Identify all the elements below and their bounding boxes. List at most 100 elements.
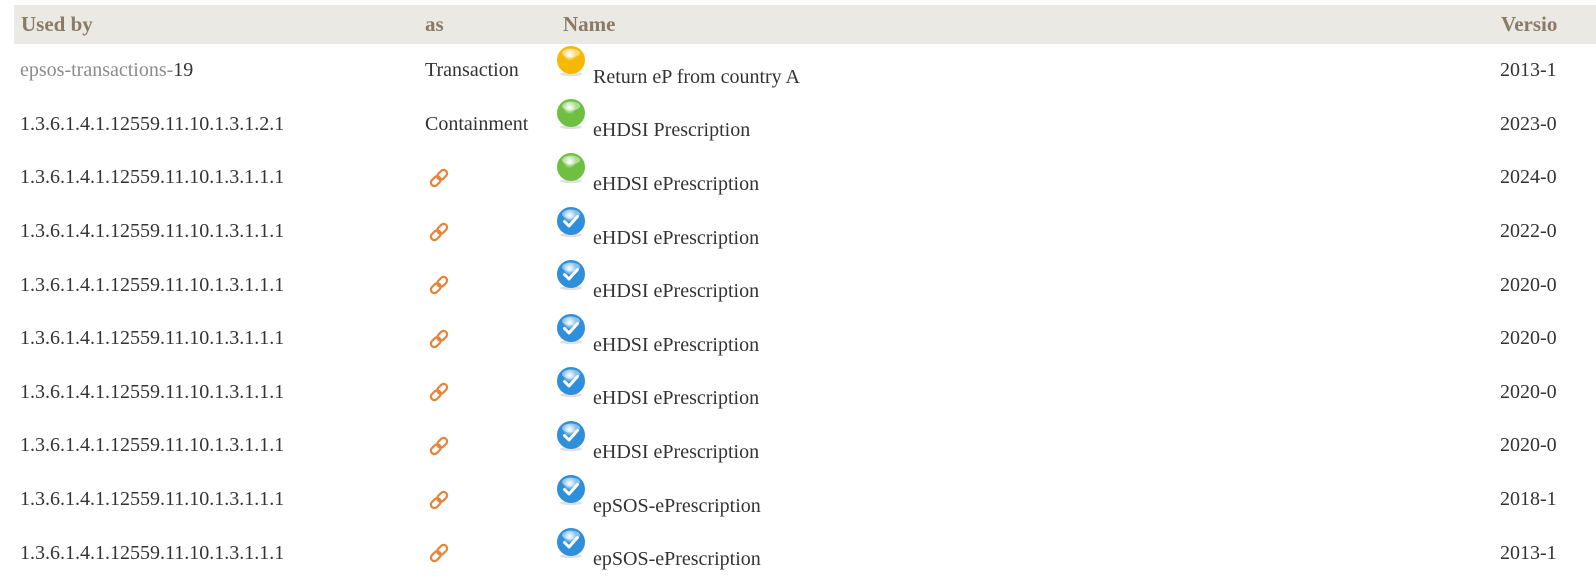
name-label[interactable]: eHDSI ePrescription <box>593 334 759 357</box>
header-row: Used by as Name Versio <box>14 5 1596 44</box>
version-cell: 2020-0 <box>1494 419 1596 473</box>
table-body: epsos-transactions-19 Transaction Return e… <box>14 44 1596 580</box>
table-row[interactable]: 1.3.6.1.4.1.12559.11.10.1.3.1.1.1 epSOS-e… <box>14 526 1596 580</box>
name-wrap[interactable]: eHDSI ePrescription <box>555 367 1494 410</box>
used-by-id[interactable]: 1.3.6.1.4.1.12559.11.10.1.3.1.1.1 <box>20 542 284 564</box>
name-cell: epSOS-ePrescription <box>556 473 1494 527</box>
name-cell: epSOS-ePrescription <box>556 526 1494 580</box>
version-cell: 2018-1 <box>1494 473 1596 527</box>
version-label: 2020-0 <box>1500 273 1557 296</box>
table-row[interactable]: 1.3.6.1.4.1.12559.11.10.1.3.1.1.1 epSOS-e… <box>14 473 1596 527</box>
name-label[interactable]: epSOS-ePrescription <box>593 495 761 518</box>
as-cell <box>418 419 556 473</box>
header-version[interactable]: Versio <box>1494 5 1596 44</box>
used-by-cell: 1.3.6.1.4.1.12559.11.10.1.3.1.2.1 <box>14 98 418 152</box>
name-wrap[interactable]: eHDSI ePrescription <box>555 152 1494 196</box>
used-by-table-wrapper: Used by as Name Versio epsos-transaction… <box>14 5 1596 583</box>
name-label[interactable]: eHDSI ePrescription <box>593 227 759 250</box>
table-row[interactable]: 1.3.6.1.4.1.12559.11.10.1.3.1.2.1 Contain… <box>14 98 1596 152</box>
name-cell: eHDSI ePrescription <box>556 419 1494 473</box>
table-row[interactable]: 1.3.6.1.4.1.12559.11.10.1.3.1.1.1 eHDSI e… <box>14 205 1596 259</box>
status-active-icon <box>557 99 585 130</box>
status-final-icon <box>557 260 585 291</box>
version-label: 2013-1 <box>1500 59 1557 82</box>
version-cell: 2020-0 <box>1494 366 1596 420</box>
used-by-id[interactable]: 1.3.6.1.4.1.12559.11.10.1.3.1.1.1 <box>20 166 284 188</box>
version-cell: 2023-0 <box>1494 98 1596 152</box>
status-active-icon <box>557 152 585 184</box>
name-wrap[interactable]: Return eP from country A <box>555 45 1494 89</box>
status-draft-icon <box>557 45 585 76</box>
status-final-icon <box>557 206 585 237</box>
status-final-icon <box>557 420 585 452</box>
used-by-id[interactable]: 1.3.6.1.4.1.12559.11.10.1.3.1.1.1 <box>20 220 284 242</box>
used-by-id[interactable]: 1.3.6.1.4.1.12559.11.10.1.3.1.2.1 <box>20 113 284 135</box>
table-row[interactable]: 1.3.6.1.4.1.12559.11.10.1.3.1.1.1 eHDSI e… <box>14 419 1596 473</box>
table-row[interactable]: 1.3.6.1.4.1.12559.11.10.1.3.1.1.1 eHDSI e… <box>14 366 1596 420</box>
link-icon[interactable] <box>426 433 452 459</box>
used-by-id[interactable]: 19 <box>173 59 193 81</box>
status-final-icon <box>557 313 585 344</box>
name-label[interactable]: Return eP from country A <box>593 66 800 89</box>
status-final-icon <box>557 367 585 398</box>
used-by-id[interactable]: 1.3.6.1.4.1.12559.11.10.1.3.1.1.1 <box>20 381 284 403</box>
name-wrap[interactable]: epSOS-ePrescription <box>555 474 1494 518</box>
name-wrap[interactable]: eHDSI ePrescription <box>555 313 1494 357</box>
used-by-cell: 1.3.6.1.4.1.12559.11.10.1.3.1.1.1 <box>14 312 418 366</box>
version-cell: 2013-1 <box>1494 526 1596 580</box>
as-cell <box>418 473 556 527</box>
as-cell: Transaction <box>418 44 556 98</box>
name-wrap[interactable]: eHDSI ePrescription <box>555 206 1494 250</box>
link-icon[interactable] <box>426 487 452 513</box>
link-icon[interactable] <box>426 540 452 566</box>
used-by-cell: 1.3.6.1.4.1.12559.11.10.1.3.1.1.1 <box>14 473 418 527</box>
name-cell: eHDSI ePrescription <box>556 366 1494 420</box>
name-wrap[interactable]: epSOS-ePrescription <box>555 528 1494 571</box>
name-label[interactable]: eHDSI Prescription <box>593 119 750 142</box>
version-label: 2018-1 <box>1500 488 1557 511</box>
as-cell <box>418 312 556 366</box>
link-icon[interactable] <box>426 326 452 352</box>
used-by-cell: 1.3.6.1.4.1.12559.11.10.1.3.1.1.1 <box>14 366 418 420</box>
name-label[interactable]: eHDSI ePrescription <box>593 280 759 303</box>
name-label[interactable]: epSOS-ePrescription <box>593 548 761 571</box>
link-icon[interactable] <box>426 165 452 191</box>
name-label[interactable]: eHDSI ePrescription <box>593 387 759 410</box>
name-wrap[interactable]: eHDSI Prescription <box>555 99 1494 142</box>
name-label[interactable]: eHDSI ePrescription <box>593 173 759 196</box>
used-by-cell: 1.3.6.1.4.1.12559.11.10.1.3.1.1.1 <box>14 258 418 312</box>
version-label: 2023-0 <box>1500 112 1557 135</box>
used-by-cell: 1.3.6.1.4.1.12559.11.10.1.3.1.1.1 <box>14 526 418 580</box>
used-by-id[interactable]: 1.3.6.1.4.1.12559.11.10.1.3.1.1.1 <box>20 327 284 349</box>
header-as[interactable]: as <box>418 5 556 44</box>
table-row[interactable]: 1.3.6.1.4.1.12559.11.10.1.3.1.1.1 eHDSI e… <box>14 258 1596 312</box>
version-label: 2013-1 <box>1500 541 1557 564</box>
used-by-id[interactable]: 1.3.6.1.4.1.12559.11.10.1.3.1.1.1 <box>20 434 284 456</box>
as-cell <box>418 151 556 205</box>
version-cell: 2022-0 <box>1494 205 1596 259</box>
link-icon[interactable] <box>426 379 452 405</box>
used-by-prefix[interactable]: epsos-transactions- <box>20 59 173 81</box>
header-used-by[interactable]: Used by <box>14 5 418 44</box>
name-label[interactable]: eHDSI ePrescription <box>593 441 759 464</box>
link-icon[interactable] <box>426 219 452 245</box>
table-row[interactable]: epsos-transactions-19 Transaction Return e… <box>14 44 1596 98</box>
link-icon[interactable] <box>426 272 452 298</box>
used-by-cell: 1.3.6.1.4.1.12559.11.10.1.3.1.1.1 <box>14 419 418 473</box>
header-name[interactable]: Name <box>556 5 1494 44</box>
version-cell: 2020-0 <box>1494 258 1596 312</box>
table-row[interactable]: 1.3.6.1.4.1.12559.11.10.1.3.1.1.1 eHDSI e… <box>14 312 1596 366</box>
as-label: Containment <box>425 112 529 135</box>
name-cell: eHDSI ePrescription <box>556 312 1494 366</box>
name-wrap[interactable]: eHDSI ePrescription <box>555 420 1494 464</box>
used-by-id[interactable]: 1.3.6.1.4.1.12559.11.10.1.3.1.1.1 <box>20 488 284 510</box>
version-cell: 2020-0 <box>1494 312 1596 366</box>
as-cell <box>418 366 556 420</box>
name-wrap[interactable]: eHDSI ePrescription <box>555 260 1494 303</box>
as-cell: Containment <box>418 98 556 152</box>
used-by-id[interactable]: 1.3.6.1.4.1.12559.11.10.1.3.1.1.1 <box>20 274 284 296</box>
version-cell: 2024-0 <box>1494 151 1596 205</box>
table-row[interactable]: 1.3.6.1.4.1.12559.11.10.1.3.1.1.1 eHDSI e… <box>14 151 1596 205</box>
as-cell <box>418 258 556 312</box>
version-label: 2020-0 <box>1500 380 1557 403</box>
